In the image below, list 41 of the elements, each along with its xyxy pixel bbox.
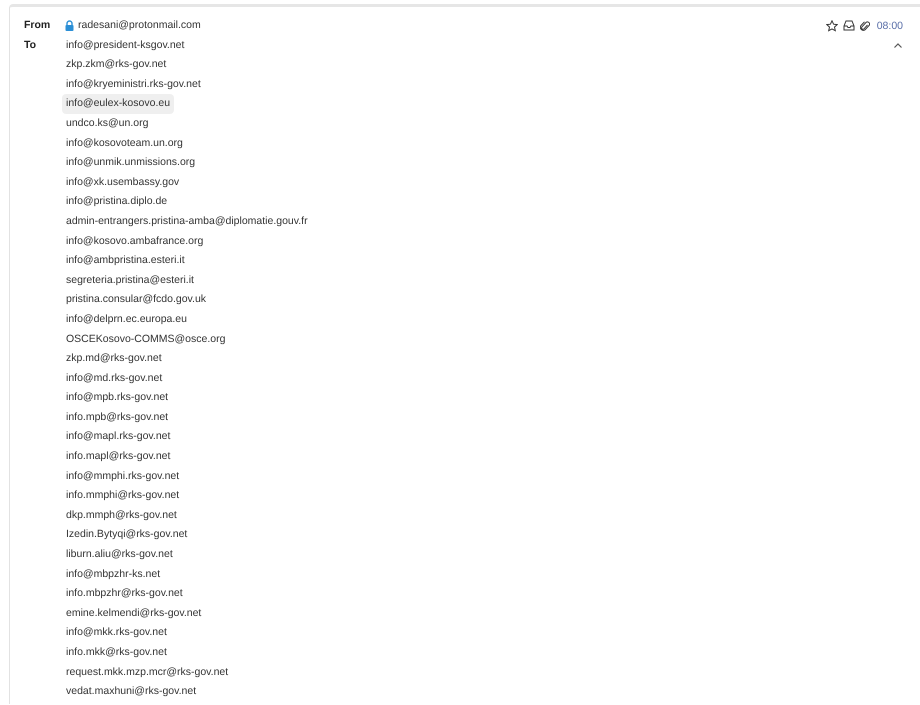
recipient-address[interactable]: info@md.rks-gov.net — [62, 368, 166, 388]
recipient-address[interactable]: OSCEKosovo-COMMS@osce.org — [62, 330, 230, 350]
recipient-address[interactable]: info@mpb.rks-gov.net — [62, 388, 172, 408]
from-label: From — [24, 18, 52, 33]
collapse-icon[interactable] — [893, 42, 903, 49]
to-label: To — [24, 38, 38, 53]
recipient-address[interactable]: info@ambpristina.esteri.it — [62, 251, 189, 271]
recipient-address[interactable]: info.mkk@rks-gov.net — [62, 643, 171, 663]
recipient-address[interactable]: info@pristina.diplo.de — [62, 192, 172, 212]
recipient-address[interactable]: admin-entrangers.pristina-amba@diplomatie.gouv.fr — [62, 212, 312, 232]
recipient-address[interactable]: info@mbpzhr-ks.net — [62, 564, 164, 584]
recipient-address[interactable]: info@xk.usembassy.gov — [62, 172, 184, 192]
recipient-address[interactable]: dkp.mmph@rks-gov.net — [62, 506, 181, 526]
inbox-icon[interactable] — [842, 20, 855, 32]
recipient-address[interactable]: pristina.consular@fcdo.gov.uk — [62, 290, 210, 310]
sender-address[interactable]: radesani@protonmail.com — [77, 16, 205, 36]
recipient-address[interactable]: info@mapl.rks-gov.net — [62, 427, 174, 448]
recipient-address[interactable]: info.mapl@rks-gov.net — [62, 447, 174, 467]
recipient-address[interactable]: emine.kelmendi@rks-gov.net — [62, 604, 206, 624]
recipient-address[interactable]: info@unmik.unmissions.org — [62, 153, 200, 173]
star-icon[interactable] — [826, 20, 838, 32]
recipient-address[interactable]: info.mbpzhr@rks-gov.net — [62, 584, 187, 604]
recipient-address[interactable]: segreteria.pristina@esteri.it — [62, 270, 198, 290]
recipient-address[interactable]: info.mpb@rks-gov.net — [62, 408, 172, 428]
recipient-address[interactable]: info@mkk.rks-gov.net — [62, 623, 171, 643]
recipient-address[interactable]: info@kosovo.ambafrance.org — [62, 232, 208, 252]
recipient-address[interactable]: info@kosovoteam.un.org — [62, 134, 187, 154]
recipient-address[interactable]: vedat.maxhuni@rks-gov.net — [62, 682, 200, 702]
recipient-address[interactable]: info@kryeministri.rks-gov.net — [62, 74, 205, 94]
recipient-address[interactable]: info@mmphi.rks-gov.net — [62, 466, 184, 486]
recipient-address[interactable]: Izedin.Bytyqi@rks-gov.net — [62, 525, 192, 546]
recipient-address[interactable]: info.mmphi@rks-gov.net — [62, 486, 184, 506]
recipient-address[interactable]: zkp.zkm@rks-gov.net — [62, 55, 170, 75]
recipient-address[interactable]: liburn.aliu@rks-gov.net — [62, 545, 177, 565]
message-time: 08:00 — [876, 20, 903, 32]
recipient-address[interactable]: info@delprn.ec.europa.eu — [62, 310, 191, 330]
recipient-address[interactable]: zkp.md@rks-gov.net — [62, 349, 166, 369]
recipient-address[interactable]: info@president-ksgov.net — [62, 36, 188, 56]
recipient-address[interactable]: info@eulex-kosovo.eu — [62, 94, 174, 114]
recipient-address[interactable]: request.mkk.mzp.mcr@rks-gov.net — [62, 662, 232, 682]
recipient-address[interactable]: undco.ks@un.org — [62, 114, 152, 134]
